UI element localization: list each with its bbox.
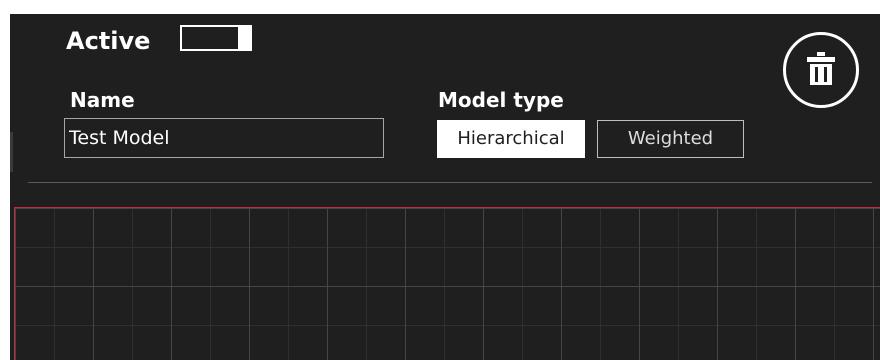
- panel-edge-marker: [10, 132, 13, 172]
- name-input[interactable]: [64, 118, 384, 158]
- active-toggle[interactable]: [180, 25, 252, 51]
- active-label: Active: [66, 27, 151, 55]
- model-graph-canvas[interactable]: [14, 207, 880, 360]
- trash-icon: [807, 52, 835, 85]
- name-label: Name: [70, 88, 135, 112]
- model-type-weighted-button[interactable]: Weighted: [597, 120, 744, 158]
- model-editor-panel: Active Name Model type Hierarchical Weig…: [10, 14, 880, 360]
- model-type-label: Model type: [438, 88, 564, 112]
- toggle-thumb: [238, 25, 252, 51]
- section-divider: [28, 182, 872, 183]
- delete-button[interactable]: [783, 32, 859, 108]
- model-type-hierarchical-button[interactable]: Hierarchical: [437, 120, 585, 158]
